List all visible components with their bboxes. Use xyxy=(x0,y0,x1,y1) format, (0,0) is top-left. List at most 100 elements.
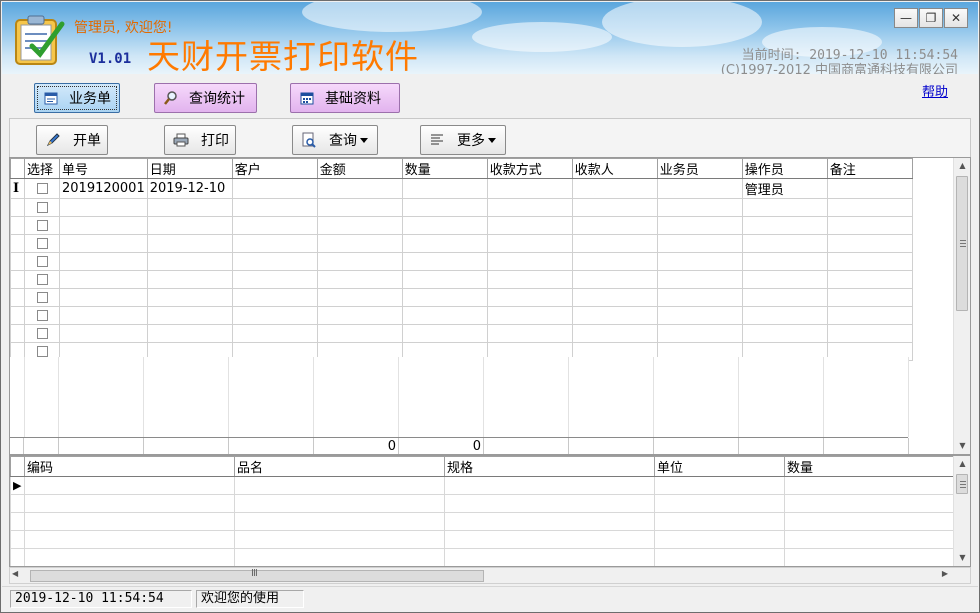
table-cell[interactable] xyxy=(826,306,913,325)
nav-query-stats[interactable]: 查询统计 xyxy=(154,83,257,113)
table-cell[interactable] xyxy=(571,270,658,289)
table-row[interactable] xyxy=(10,494,955,513)
table-cell[interactable] xyxy=(741,198,828,217)
table-cell[interactable] xyxy=(486,252,573,271)
table-cell[interactable] xyxy=(316,252,403,271)
table-cell[interactable] xyxy=(316,216,403,235)
table-cell[interactable] xyxy=(784,494,955,513)
column-header[interactable]: 选择 xyxy=(24,158,60,179)
amount-cell[interactable] xyxy=(316,178,403,199)
table-row[interactable] xyxy=(10,270,913,289)
table-cell[interactable] xyxy=(24,512,235,531)
table-cell[interactable] xyxy=(571,306,658,325)
table-cell[interactable] xyxy=(146,270,233,289)
table-cell[interactable] xyxy=(444,548,655,566)
column-header[interactable]: 规格 xyxy=(444,456,655,477)
table-cell[interactable] xyxy=(231,234,318,253)
row-checkbox[interactable] xyxy=(37,346,48,357)
table-cell[interactable] xyxy=(146,288,233,307)
scroll-down-icon[interactable]: ▼ xyxy=(954,550,970,566)
table-cell[interactable] xyxy=(741,270,828,289)
table-row[interactable]: I 2019120001 2019-12-10 管理员 xyxy=(10,178,913,199)
scroll-up-icon[interactable]: ▲ xyxy=(954,158,970,174)
table-cell[interactable] xyxy=(784,530,955,549)
column-header[interactable]: 金额 xyxy=(316,158,403,179)
table-cell[interactable] xyxy=(146,324,233,343)
table-cell[interactable] xyxy=(316,198,403,217)
row-checkbox[interactable] xyxy=(37,202,48,213)
table-cell[interactable] xyxy=(486,198,573,217)
row-checkbox[interactable] xyxy=(37,238,48,249)
table-cell[interactable] xyxy=(59,270,148,289)
row-checkbox[interactable] xyxy=(37,256,48,267)
table-cell[interactable] xyxy=(401,306,488,325)
table-cell[interactable] xyxy=(316,306,403,325)
row-checkbox[interactable] xyxy=(37,220,48,231)
table-cell[interactable] xyxy=(316,234,403,253)
column-header[interactable]: 操作员 xyxy=(741,158,828,179)
scroll-down-icon[interactable]: ▼ xyxy=(954,438,970,454)
table-cell[interactable] xyxy=(234,548,445,566)
table-cell[interactable] xyxy=(486,306,573,325)
table-cell[interactable] xyxy=(24,494,235,513)
table-cell[interactable] xyxy=(656,252,743,271)
table-cell[interactable] xyxy=(486,234,573,253)
table-cell[interactable] xyxy=(59,288,148,307)
detail-vertical-scrollbar[interactable]: ▲ ▼ xyxy=(953,456,970,566)
table-cell[interactable] xyxy=(401,288,488,307)
qty-cell[interactable] xyxy=(401,178,488,199)
table-cell[interactable] xyxy=(234,530,445,549)
table-cell[interactable] xyxy=(486,270,573,289)
table-row[interactable] xyxy=(10,548,955,566)
table-cell[interactable] xyxy=(486,324,573,343)
grid-vertical-scrollbar[interactable]: ▲ ▼ xyxy=(953,158,970,454)
column-header[interactable]: 收款人 xyxy=(571,158,658,179)
table-cell[interactable] xyxy=(784,548,955,566)
row-checkbox[interactable] xyxy=(37,274,48,285)
nav-business-order[interactable]: 业务单 xyxy=(34,83,120,113)
column-header[interactable]: 编码 xyxy=(24,456,235,477)
table-cell[interactable] xyxy=(826,216,913,235)
table-cell[interactable] xyxy=(401,270,488,289)
column-header[interactable]: 单位 xyxy=(654,456,785,477)
table-cell[interactable] xyxy=(741,216,828,235)
table-cell[interactable] xyxy=(571,234,658,253)
scrollbar-thumb[interactable] xyxy=(956,176,968,311)
table-cell[interactable] xyxy=(741,288,828,307)
scroll-right-icon[interactable]: ▶ xyxy=(942,569,948,578)
table-cell[interactable] xyxy=(231,198,318,217)
table-cell[interactable] xyxy=(654,530,785,549)
table-cell[interactable] xyxy=(444,512,655,531)
table-cell[interactable] xyxy=(826,252,913,271)
table-row[interactable] xyxy=(10,252,913,271)
table-row[interactable] xyxy=(10,234,913,253)
table-cell[interactable] xyxy=(656,234,743,253)
table-cell[interactable] xyxy=(401,216,488,235)
table-cell[interactable] xyxy=(741,306,828,325)
table-cell[interactable] xyxy=(401,234,488,253)
select-cell[interactable] xyxy=(24,178,60,199)
table-cell[interactable] xyxy=(59,216,148,235)
select-cell[interactable] xyxy=(24,216,60,235)
column-header[interactable]: 业务员 xyxy=(656,158,743,179)
more-dropdown-button[interactable]: 更多 xyxy=(420,125,506,155)
table-cell[interactable] xyxy=(24,530,235,549)
table-cell[interactable] xyxy=(146,234,233,253)
table-row[interactable] xyxy=(10,198,913,217)
table-cell[interactable] xyxy=(826,198,913,217)
table-cell[interactable] xyxy=(401,198,488,217)
select-cell[interactable] xyxy=(24,252,60,271)
table-cell[interactable] xyxy=(656,270,743,289)
table-cell[interactable] xyxy=(571,252,658,271)
scroll-left-icon[interactable]: ◀ xyxy=(12,569,18,578)
table-cell[interactable] xyxy=(316,288,403,307)
table-row[interactable] xyxy=(10,324,913,343)
date-cell[interactable]: 2019-12-10 xyxy=(146,178,233,199)
table-cell[interactable] xyxy=(316,270,403,289)
table-cell[interactable] xyxy=(826,288,913,307)
help-link[interactable]: 帮助 xyxy=(922,81,948,100)
select-cell[interactable] xyxy=(24,198,60,217)
table-cell[interactable] xyxy=(24,548,235,566)
table-cell[interactable] xyxy=(486,288,573,307)
table-cell[interactable] xyxy=(59,234,148,253)
